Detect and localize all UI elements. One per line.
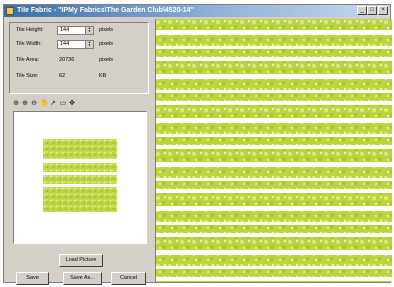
tile-width-spinner[interactable]: 144 ▲ ▼ [57,40,94,49]
cancel-button[interactable]: Cancel [111,272,146,285]
tile-width-unit: pixels [99,41,114,47]
window-title: Tile Fabric - "IPMy Fabrics\The Garden C… [17,7,194,14]
load-picture-button[interactable]: Load Picture [59,254,103,267]
close-button[interactable]: × [378,6,388,15]
tile-width-label: Tile Width: [16,41,42,47]
tile-size-unit: KB [99,73,107,79]
tile-preview-image [43,139,117,212]
tile-area-label: Tile Area: [16,57,40,63]
title-bar[interactable]: Tile Fabric - "IPMy Fabrics\The Garden C… [4,5,390,17]
tile-height-spinner[interactable]: 144 ▲ ▼ [57,26,94,35]
left-panel: Tile Height: 144 ▲ ▼ pixels Tile Width: 1… [4,17,154,285]
tiled-fabric-canvas[interactable] [155,19,392,282]
save-as-button[interactable]: Save As... [63,272,102,285]
tile-preview [13,111,147,244]
pan-icon[interactable]: ✋ [40,99,49,108]
tile-area-value: 20736 [59,57,75,63]
app-icon [6,7,14,15]
tile-size-label: Tile Size: [16,73,39,79]
zoom-in-icon[interactable]: ⊕ [21,99,29,108]
rectangle-icon[interactable]: ▭ [59,99,67,108]
zoom-out-icon[interactable]: ⊖ [30,99,38,108]
select-icon[interactable]: ➚ [49,99,57,108]
tile-height-spin-buttons[interactable]: ▲ ▼ [85,27,93,34]
tiled-fabric-image [156,19,392,282]
tile-height-label: Tile Height: [16,27,44,33]
tile-area-unit: pixels [99,57,114,63]
tile-width-value: 144 [60,41,70,47]
minimize-button[interactable]: _ [357,6,367,15]
move-icon[interactable]: ✥ [68,99,76,108]
zoom-icon[interactable]: ⊕ [12,99,20,108]
tile-height-unit: pixels [99,27,114,33]
tile-width-spin-buttons[interactable]: ▲ ▼ [85,41,93,48]
tile-fabric-window: Tile Fabric - "IPMy Fabrics\The Garden C… [3,4,392,285]
tile-size-value: 62 [59,73,66,79]
maximize-button[interactable]: □ [367,6,377,15]
save-button[interactable]: Save [16,272,49,285]
tile-height-value: 144 [60,27,70,33]
